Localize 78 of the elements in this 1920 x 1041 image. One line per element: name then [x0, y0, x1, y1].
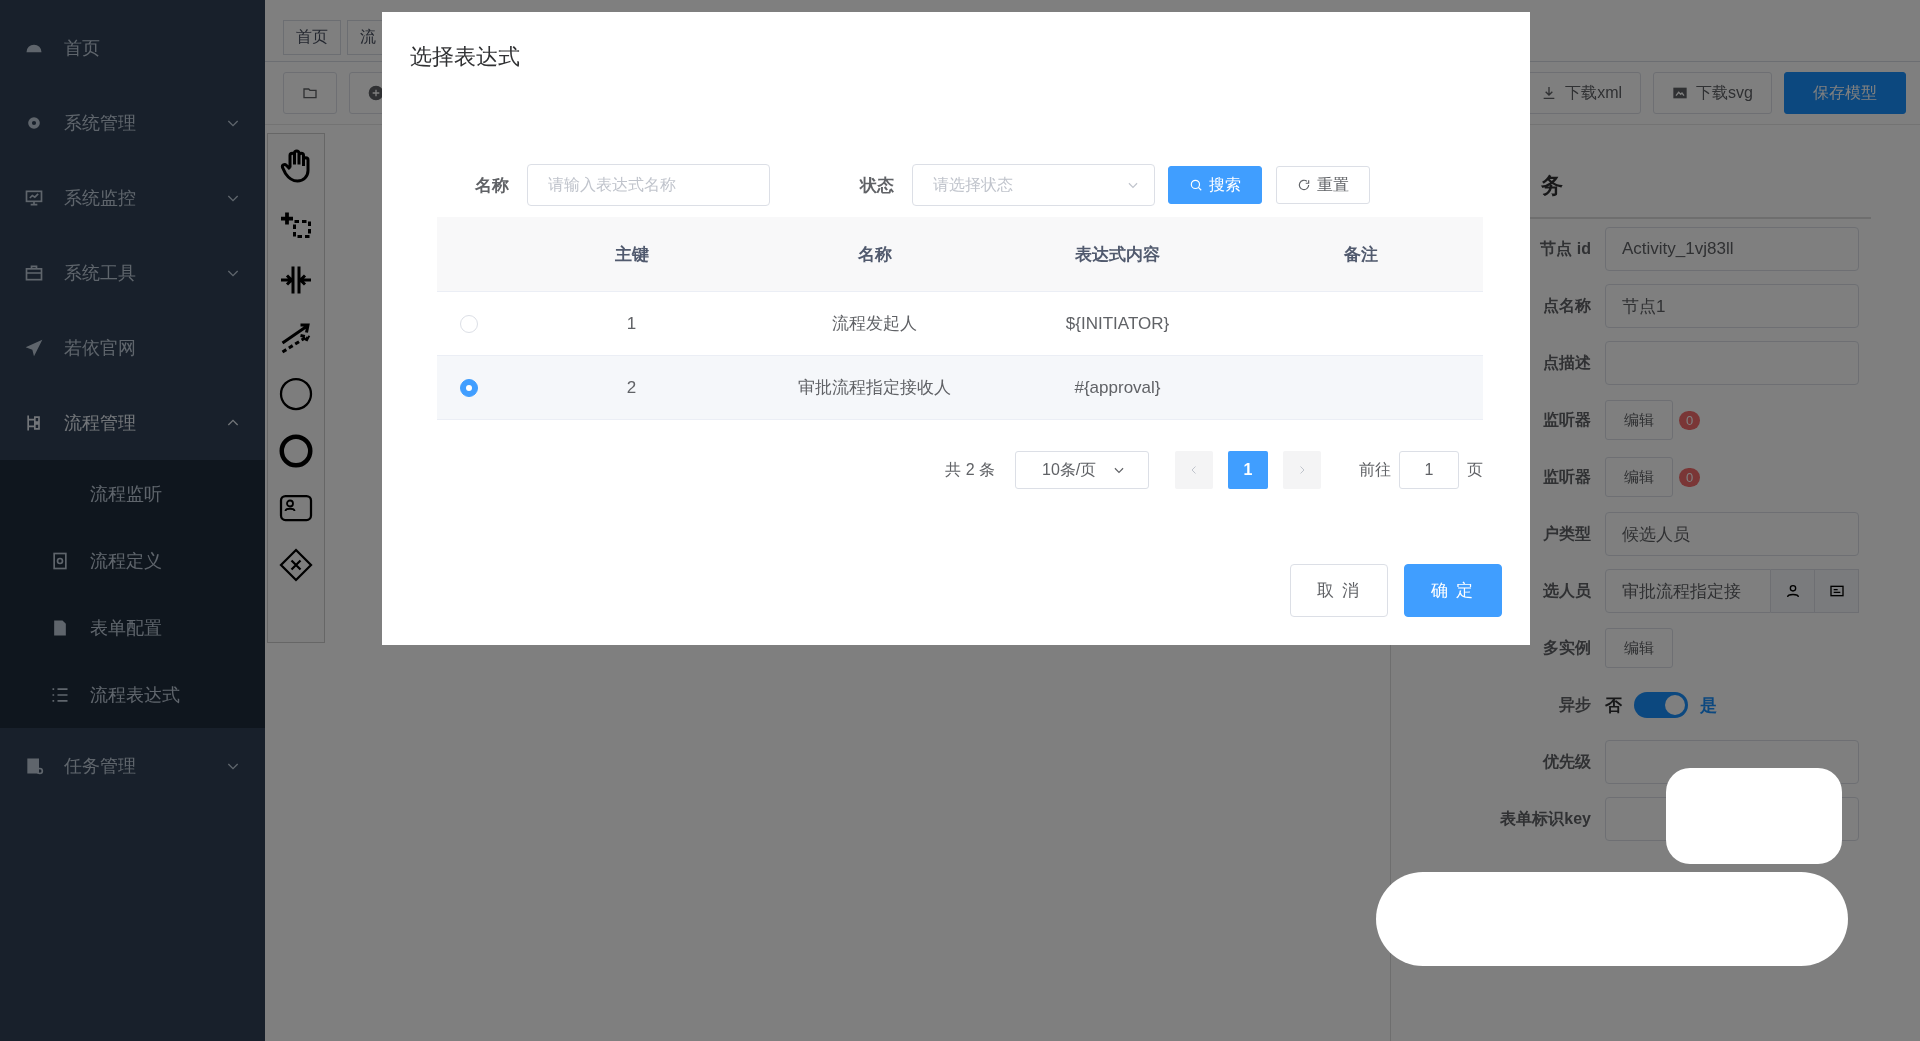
sidebar-item[interactable]: 系统管理: [0, 85, 265, 160]
user-button[interactable]: [1771, 569, 1815, 613]
diamond-x-icon: [278, 547, 314, 583]
submenu-item[interactable]: 表单配置: [0, 594, 265, 661]
sidebar-item[interactable]: 首页: [0, 10, 265, 85]
cancel-button[interactable]: 取 消: [1290, 564, 1388, 617]
search-icon: [1189, 178, 1203, 192]
field-label: 点名称: [1543, 295, 1591, 316]
page-button[interactable]: 1: [1228, 451, 1268, 489]
field-label: 节点 id: [1540, 238, 1591, 259]
sidebar-item[interactable]: 系统监控: [0, 160, 265, 235]
field-label: 异步: [1559, 694, 1591, 715]
refresh-icon: [1297, 178, 1311, 192]
table-cell-text: #{approval}: [1073, 377, 1162, 398]
table-row[interactable]: 2 审批流程指定接收人 #{approval}: [437, 356, 1483, 420]
field-label: 点描述: [1543, 352, 1591, 373]
switch-label: 是: [1700, 694, 1717, 717]
table-cell-text: 流程发起人: [831, 313, 918, 335]
column-header: 名称: [856, 243, 893, 266]
image-icon: [1672, 85, 1689, 101]
filter-label: 状态: [858, 174, 895, 197]
name-input[interactable]: 请输入表达式名称: [527, 164, 770, 206]
count-badge: 0: [1679, 467, 1701, 487]
submenu-item[interactable]: 流程表达式: [0, 661, 265, 728]
field-label: 多实例: [1543, 637, 1591, 658]
paper-plane-icon: [24, 337, 44, 358]
count-badge: 0: [1679, 410, 1701, 430]
reset-button[interactable]: 重置: [1276, 166, 1370, 204]
input-field[interactable]: 审批流程指定接: [1605, 569, 1771, 613]
submenu-item[interactable]: 流程定义: [0, 527, 265, 594]
column-header: 主键: [613, 243, 650, 266]
column-header: 表达式内容: [1074, 243, 1161, 266]
table-cell-text: ${INITIATOR}: [1064, 313, 1171, 334]
table-cell-text: 审批流程指定接收人: [797, 377, 952, 399]
field-label: 监听器: [1543, 409, 1591, 430]
sidebar-item[interactable]: 任务管理: [0, 728, 265, 803]
submenu-item[interactable]: 流程监听: [0, 460, 265, 527]
input-field[interactable]: Activity_1vj83ll: [1605, 227, 1859, 271]
status-select[interactable]: 请选择状态: [912, 164, 1155, 206]
page-size-select[interactable]: 10条/页: [1015, 451, 1149, 489]
radio-button[interactable]: [459, 378, 478, 397]
dialog-title: 选择表达式: [410, 43, 521, 71]
page-suffix: 页: [1467, 459, 1483, 480]
field-label: 选人员: [1543, 580, 1591, 601]
total-count: 共 2 条: [945, 459, 995, 480]
column-header: 备注: [1342, 243, 1379, 266]
tab[interactable]: 首页: [283, 20, 341, 55]
document-icon: [50, 550, 70, 571]
edit-button[interactable]: 编辑: [1605, 400, 1673, 440]
table-cell-text: 1: [625, 313, 638, 334]
page-input[interactable]: 1: [1399, 451, 1459, 489]
sidebar-item[interactable]: 若依官网: [0, 310, 265, 385]
select-field[interactable]: 候选人员: [1605, 512, 1859, 556]
filter-label: 名称: [474, 174, 510, 197]
toolbar-button[interactable]: 保存模型: [1784, 72, 1906, 114]
input-field[interactable]: 节点1: [1605, 284, 1859, 328]
user-icon: [1784, 583, 1801, 599]
thick-circle-icon: [278, 433, 314, 469]
folder-icon: [302, 85, 318, 101]
circle-icon: [278, 376, 314, 412]
field-label: 表单标识key: [1500, 808, 1591, 829]
table-cell-text: 2: [625, 377, 638, 398]
sidebar-item[interactable]: 流程管理: [0, 385, 265, 460]
confirm-button[interactable]: 确 定: [1404, 564, 1502, 617]
field-label: 户类型: [1543, 523, 1591, 544]
toolbar-button[interactable]: 下载svg: [1653, 72, 1772, 114]
field-label: 监听器: [1543, 466, 1591, 487]
edit-button[interactable]: 编辑: [1605, 628, 1673, 668]
edit-button[interactable]: 编辑: [1605, 457, 1673, 497]
open-button[interactable]: [283, 72, 337, 114]
search-button[interactable]: 搜索: [1168, 166, 1262, 204]
card-button[interactable]: [1815, 569, 1859, 613]
field-label: 优先级: [1543, 751, 1591, 772]
goto-label: 前往: [1359, 459, 1391, 480]
sidebar-item[interactable]: 系统工具: [0, 235, 265, 310]
card-icon: [1828, 583, 1845, 599]
switch-label: 否: [1605, 694, 1622, 717]
toggle-switch[interactable]: [1634, 692, 1688, 718]
